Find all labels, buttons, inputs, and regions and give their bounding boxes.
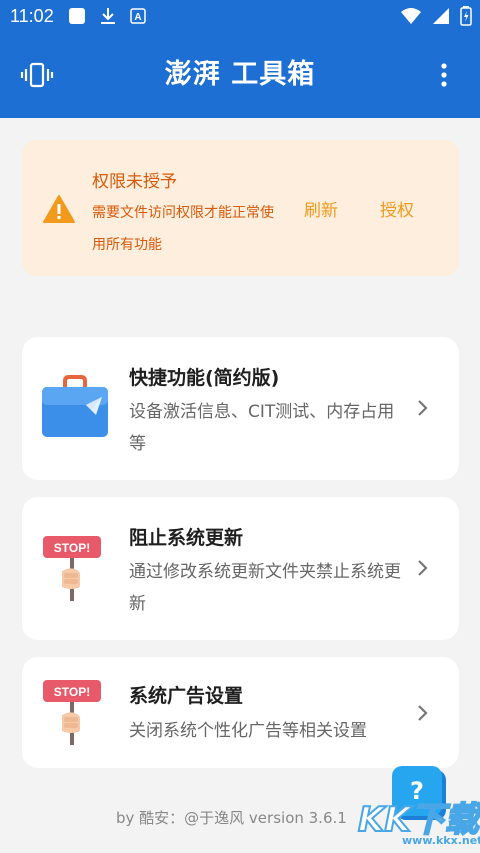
signal-icon bbox=[433, 8, 449, 24]
card-description: 设备激活信息、CIT测试、内存占用等 bbox=[129, 402, 395, 454]
permission-alert-card: 权限未授予 需要文件访问权限才能正常使用所有功能 刷新 授权 bbox=[22, 140, 459, 276]
system-icons bbox=[400, 6, 472, 26]
status-bar: 11:02 A bbox=[0, 0, 480, 32]
card-block-updates[interactable]: STOP! 阻止系统更新 通过修改系统更新文件夹禁止系统更新 bbox=[22, 497, 459, 640]
card-title: 系统广告设置 bbox=[129, 685, 244, 707]
status-time: 11:02 bbox=[10, 6, 54, 26]
more-menu-button[interactable] bbox=[432, 56, 456, 94]
chevron-right-icon bbox=[418, 400, 428, 416]
app-a-icon: A bbox=[130, 8, 146, 24]
stop-sign-icon: STOP! bbox=[43, 536, 101, 601]
watermark-url: www.kkx.net bbox=[402, 834, 480, 847]
grant-permission-button[interactable]: 授权 bbox=[380, 196, 414, 221]
more-vert-icon bbox=[441, 63, 447, 87]
footer-credit: by 酷安：@于逸风 version 3.6.1 bbox=[116, 809, 347, 827]
app-bar: 澎湃 工具箱 bbox=[0, 32, 480, 118]
svg-text:A: A bbox=[134, 12, 141, 23]
notification-icons: A bbox=[68, 6, 146, 26]
chevron-right-icon bbox=[418, 560, 428, 576]
card-title: 快捷功能(简约版) bbox=[129, 367, 280, 389]
card-quick-functions[interactable]: 快捷功能(简约版) 设备激活信息、CIT测试、内存占用等 bbox=[22, 337, 459, 480]
stop-sign-icon: STOP! bbox=[43, 680, 101, 745]
warning-icon bbox=[43, 195, 75, 223]
card-title: 阻止系统更新 bbox=[129, 527, 244, 549]
refresh-button[interactable]: 刷新 bbox=[304, 196, 338, 221]
download-icon bbox=[101, 8, 115, 24]
vibrate-button[interactable] bbox=[18, 56, 56, 94]
square-notification-icon bbox=[69, 8, 85, 24]
card-ad-settings[interactable]: STOP! 系统广告设置 关闭系统个性化广告等相关设置 bbox=[22, 657, 459, 768]
card-description: 关闭系统个性化广告等相关设置 bbox=[129, 721, 367, 741]
card-description: 通过修改系统更新文件夹禁止系统更新 bbox=[129, 562, 401, 614]
wifi-icon bbox=[401, 8, 421, 24]
vibrate-icon bbox=[20, 62, 54, 88]
chevron-right-icon bbox=[418, 705, 428, 721]
permission-alert-title: 权限未授予 bbox=[92, 172, 177, 192]
svg-text:STOP!: STOP! bbox=[54, 685, 90, 699]
permission-alert-description: 需要文件访问权限才能正常使用所有功能 bbox=[92, 205, 274, 253]
watermark: KK下载 www.kkx.net bbox=[357, 790, 480, 853]
briefcase-icon bbox=[42, 375, 108, 437]
svg-text:STOP!: STOP! bbox=[54, 541, 90, 555]
battery-icon bbox=[460, 6, 472, 26]
app-title: 澎湃 工具箱 bbox=[164, 59, 316, 90]
